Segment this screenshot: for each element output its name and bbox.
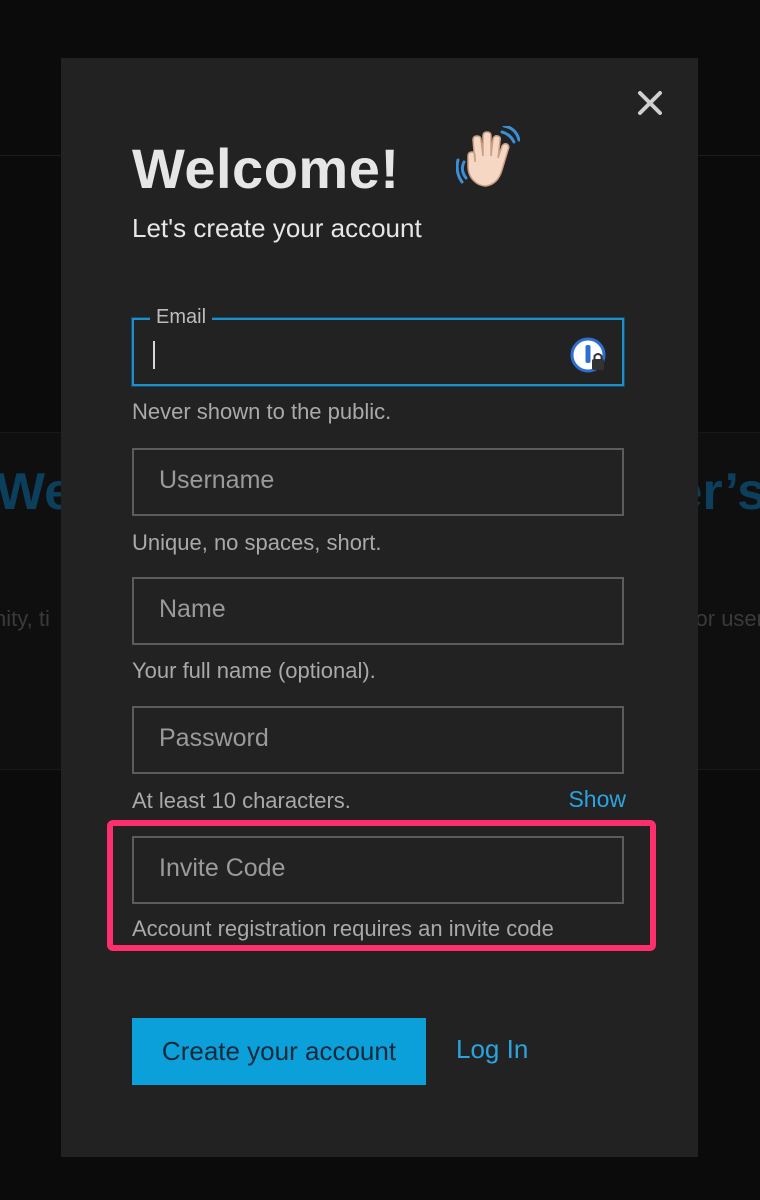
- email-input[interactable]: [134, 320, 622, 384]
- signup-modal: Welcome! Let's create your account Email…: [61, 58, 698, 1157]
- password-help: At least 10 characters.: [132, 788, 351, 813]
- invite-code-help: Account registration requires an invite …: [132, 916, 554, 941]
- name-placeholder: Name: [159, 595, 226, 623]
- username-help: Unique, no spaces, short.: [132, 530, 382, 555]
- name-field[interactable]: Name: [132, 577, 624, 645]
- username-field[interactable]: Username: [132, 448, 624, 516]
- email-help: Never shown to the public.: [132, 399, 392, 424]
- text-caret: [153, 341, 155, 369]
- modal-title: Welcome!: [132, 137, 400, 200]
- background-text-left: nity, ti: [0, 606, 50, 631]
- waving-hand-icon: [456, 126, 520, 187]
- invite-code-placeholder: Invite Code: [159, 854, 286, 882]
- username-placeholder: Username: [159, 466, 275, 494]
- close-icon: [638, 91, 662, 115]
- show-password-link[interactable]: Show: [568, 786, 626, 813]
- log-in-link[interactable]: Log In: [456, 1034, 528, 1065]
- modal-subtitle: Let's create your account: [132, 213, 422, 243]
- create-account-button[interactable]: Create your account: [132, 1018, 426, 1085]
- password-field[interactable]: Password: [132, 706, 624, 774]
- password-manager-icon[interactable]: [570, 337, 606, 373]
- email-field[interactable]: Email: [132, 306, 624, 386]
- name-help: Your full name (optional).: [132, 658, 376, 683]
- background-text-right: or user: [695, 606, 760, 631]
- password-placeholder: Password: [159, 724, 269, 752]
- close-button[interactable]: [635, 88, 665, 118]
- invite-code-field[interactable]: Invite Code: [132, 836, 624, 904]
